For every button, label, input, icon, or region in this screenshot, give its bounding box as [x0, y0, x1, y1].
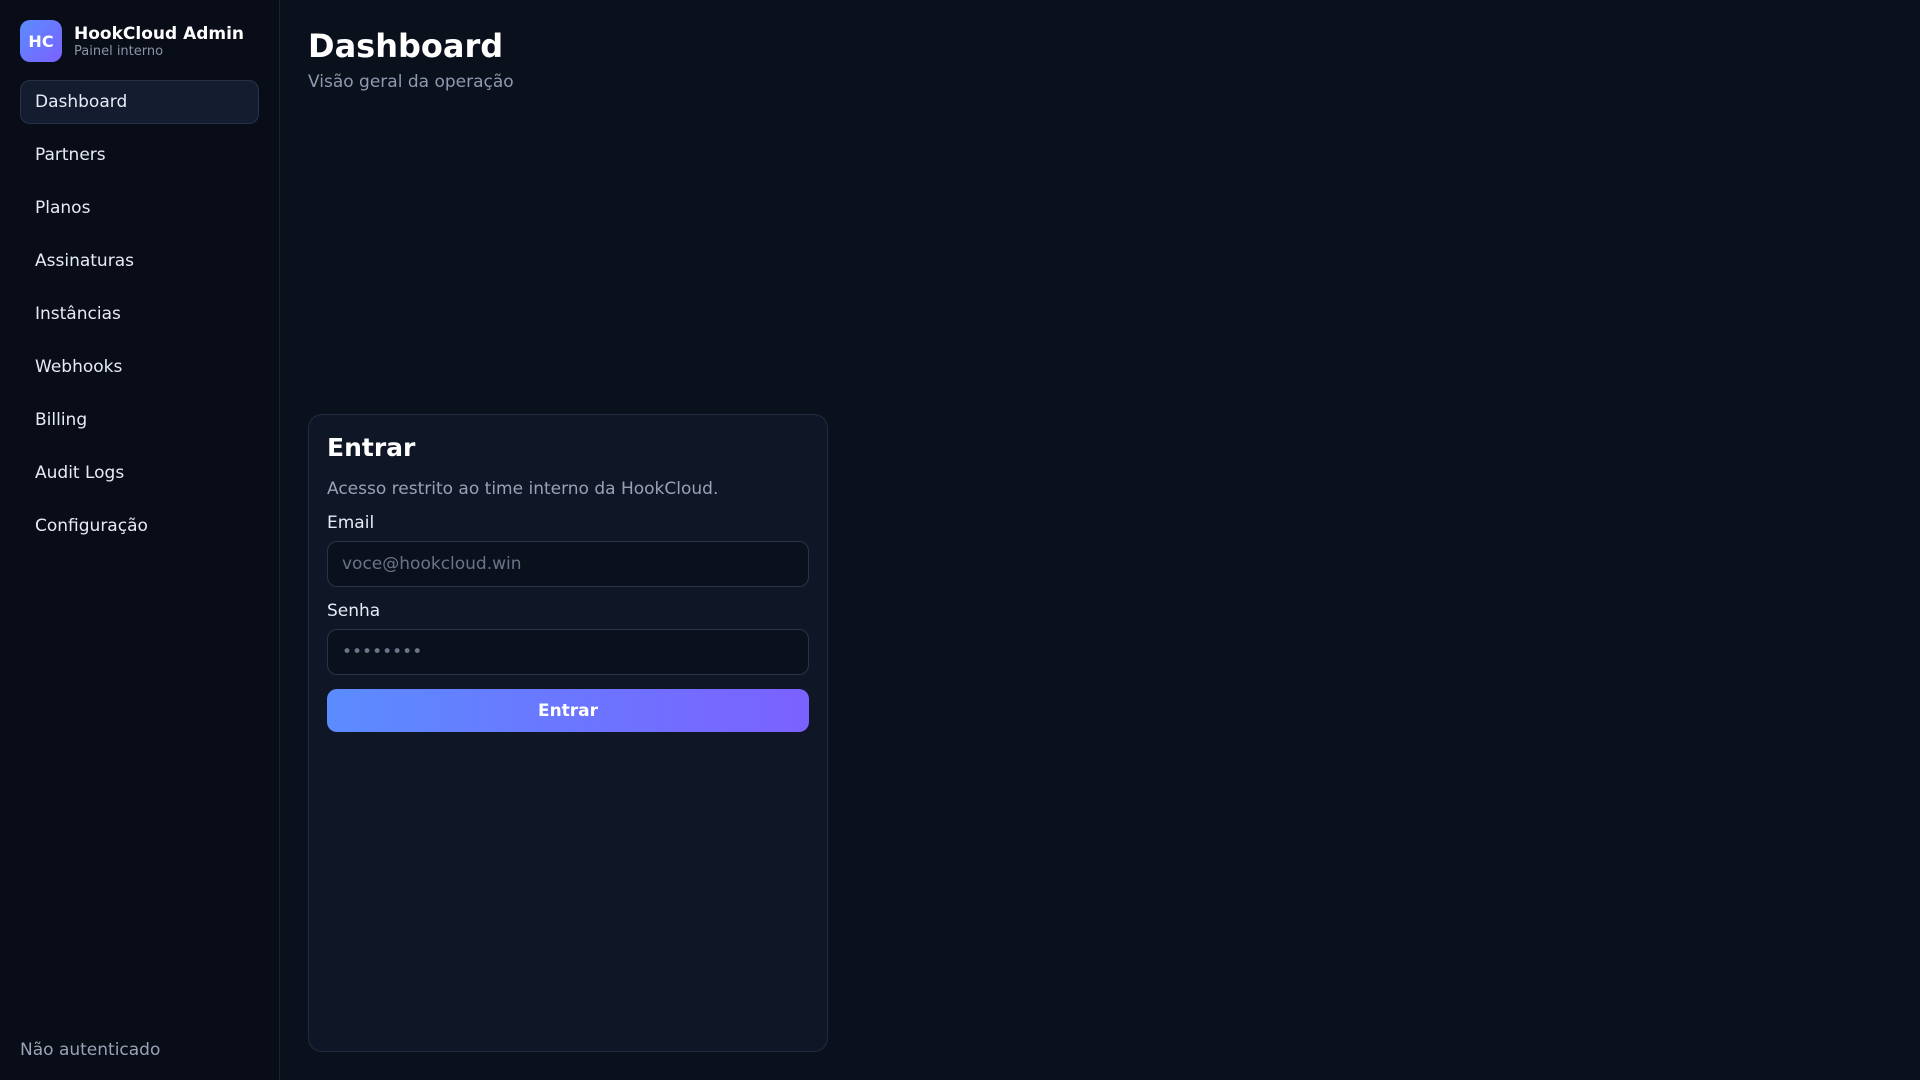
sidebar-item-audit-logs[interactable]: Audit Logs	[20, 451, 259, 495]
main-content: Dashboard Visão geral da operação Entrar…	[280, 0, 1920, 1080]
sidebar-item-assinaturas[interactable]: Assinaturas	[20, 239, 259, 283]
sidebar-item-dashboard[interactable]: Dashboard	[20, 80, 259, 124]
brand-name: HookCloud Admin	[74, 23, 245, 44]
login-card: Entrar Acesso restrito ao time interno d…	[308, 414, 828, 1052]
brand-logo: HC	[20, 20, 62, 62]
sidebar-nav: Dashboard Partners Planos Assinaturas In…	[20, 80, 259, 548]
password-field[interactable]	[327, 629, 809, 675]
brand[interactable]: HC HookCloud Admin Painel interno	[20, 20, 259, 62]
app-root: HC HookCloud Admin Painel interno Dashbo…	[0, 0, 1920, 1080]
login-submit-button[interactable]: Entrar	[327, 689, 809, 732]
page-title: Dashboard	[308, 27, 504, 65]
sidebar: HC HookCloud Admin Painel interno Dashbo…	[0, 0, 280, 1080]
login-description: Acesso restrito ao time interno da HookC…	[327, 479, 719, 499]
password-label: Senha	[327, 601, 381, 621]
page-subtitle: Visão geral da operação	[308, 72, 514, 92]
sidebar-item-planos[interactable]: Planos	[20, 186, 259, 230]
sidebar-item-webhooks[interactable]: Webhooks	[20, 345, 259, 389]
auth-status: Não autenticado	[20, 1040, 161, 1060]
email-label: Email	[327, 513, 375, 533]
brand-subtitle: Painel interno	[74, 43, 164, 59]
sidebar-item-partners[interactable]: Partners	[20, 133, 259, 177]
brand-text: HookCloud Admin Painel interno	[74, 24, 244, 59]
sidebar-item-configuracao[interactable]: Configuração	[20, 504, 259, 548]
sidebar-item-billing[interactable]: Billing	[20, 398, 259, 442]
email-field[interactable]	[327, 541, 809, 587]
sidebar-item-instancias[interactable]: Instâncias	[20, 292, 259, 336]
login-title: Entrar	[327, 433, 416, 462]
